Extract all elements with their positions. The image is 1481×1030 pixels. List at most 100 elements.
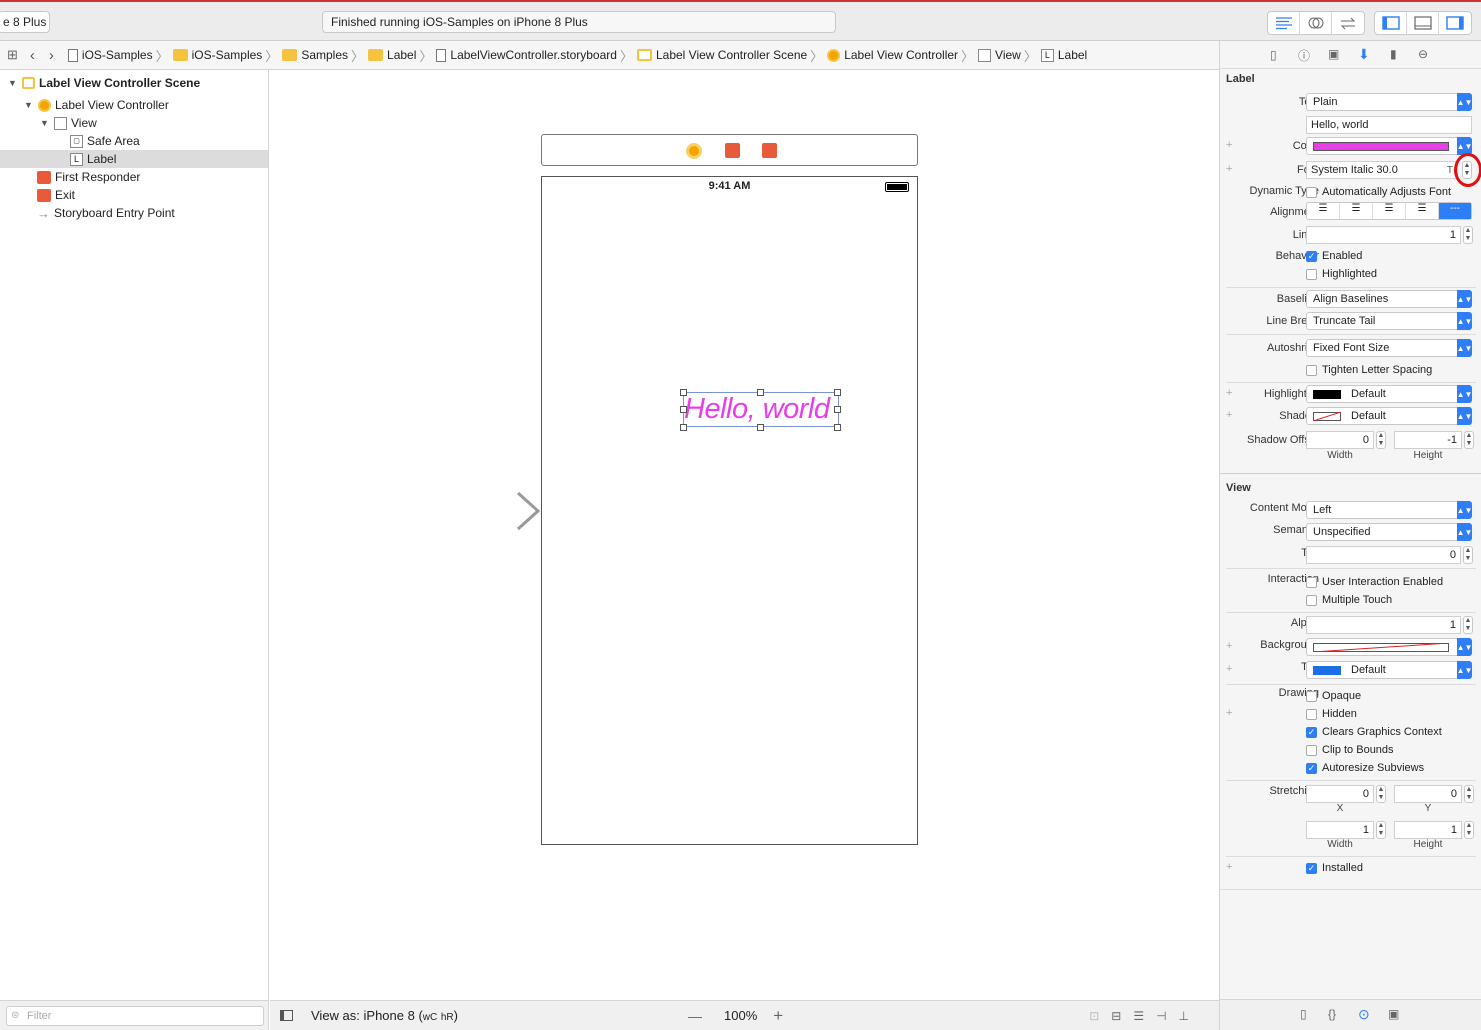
align-justify-icon[interactable]: ☰	[1406, 203, 1439, 219]
exit-icon[interactable]	[762, 143, 777, 158]
clears-graphics-checkbox[interactable]: ✓ Clears Graphics Context	[1306, 724, 1442, 740]
stretch-x-stepper[interactable]: ▲ ▼	[1376, 785, 1386, 803]
stack-icon[interactable]: ☰	[1133, 1009, 1144, 1023]
alpha-field[interactable]: 1	[1306, 616, 1461, 634]
stretch-x-field[interactable]: 0	[1306, 785, 1374, 803]
breadcrumb-samples[interactable]: Samples	[282, 48, 348, 62]
plus-icon[interactable]: +	[1226, 387, 1232, 399]
scheme-selector[interactable]: e 8 Plus	[0, 11, 50, 33]
text-value-field[interactable]: Hello, world	[1306, 116, 1472, 134]
breadcrumb-group[interactable]: iOS-Samples	[172, 48, 262, 62]
stretch-y-stepper[interactable]: ▲ ▼	[1464, 785, 1474, 803]
stretch-height-field[interactable]: 1	[1394, 821, 1462, 839]
outline-item-exit[interactable]: Exit	[37, 186, 75, 204]
attributes-inspector-icon[interactable]: ⬇	[1358, 46, 1370, 63]
align-center-icon[interactable]: ☰	[1340, 203, 1373, 219]
file-template-icon[interactable]: ▯	[1300, 1007, 1307, 1021]
plus-icon[interactable]: +	[1226, 163, 1232, 175]
disclosure-triangle-icon[interactable]: ▼	[8, 78, 18, 88]
autoresize-checkbox[interactable]: ✓ Autoresize Subviews	[1306, 760, 1424, 776]
back-arrow-icon[interactable]: ‹	[30, 47, 35, 64]
utilities-toggle-button[interactable]	[1439, 12, 1471, 34]
highlighted-checkbox[interactable]: Highlighted	[1306, 266, 1377, 282]
multiple-touch-checkbox[interactable]: Multiple Touch	[1306, 592, 1392, 608]
stretch-y-field[interactable]: 0	[1394, 785, 1462, 803]
clip-to-bounds-checkbox[interactable]: Clip to Bounds	[1306, 742, 1394, 758]
text-type-popup[interactable]: Plain ▲▼	[1306, 93, 1472, 111]
outline-item-controller[interactable]: ▼ Label View Controller	[24, 96, 169, 114]
tag-stepper[interactable]: ▲ ▼	[1463, 546, 1473, 564]
resize-handle[interactable]	[680, 389, 687, 396]
lines-field[interactable]: 1	[1306, 226, 1461, 244]
plus-icon[interactable]: +	[1226, 409, 1232, 421]
hello-label[interactable]: Hello, world	[683, 392, 839, 427]
plus-icon[interactable]: +	[1226, 707, 1232, 719]
hidden-checkbox[interactable]: Hidden	[1306, 706, 1357, 722]
breadcrumb-storyboard[interactable]: LabelViewController.storyboard	[436, 48, 617, 62]
filter-input[interactable]: Filter	[6, 1006, 264, 1026]
breadcrumb-project[interactable]: iOS-Samples	[67, 48, 153, 62]
stretch-width-stepper[interactable]: ▲ ▼	[1376, 821, 1386, 839]
device-view[interactable]: 9:41 AM Hello, world	[541, 176, 918, 845]
zoom-in-button[interactable]: +	[773, 1006, 783, 1026]
breadcrumb-view[interactable]: View	[978, 48, 1021, 62]
highlighted-color-popup[interactable]: Default ▲▼	[1306, 385, 1472, 403]
help-inspector-icon[interactable]: ⓘ	[1298, 47, 1310, 64]
cube-icon[interactable]	[725, 143, 740, 158]
embed-in-icon[interactable]: ⊟	[1111, 1009, 1121, 1023]
linebreak-popup[interactable]: Truncate Tail ▲▼	[1306, 312, 1472, 330]
disclosure-triangle-icon[interactable]: ▼	[40, 118, 50, 128]
align-icon[interactable]: ⊣	[1156, 1009, 1166, 1023]
plus-icon[interactable]: +	[1226, 139, 1232, 151]
resize-handle[interactable]	[757, 424, 764, 431]
zoom-out-button[interactable]: —	[688, 1008, 702, 1024]
resize-handle[interactable]	[834, 406, 841, 413]
autoshrink-popup[interactable]: Fixed Font Size ▲▼	[1306, 339, 1472, 357]
outline-item-view[interactable]: ▼ View	[40, 114, 97, 132]
font-picker-icon[interactable]: T	[1447, 165, 1453, 176]
view-as-button[interactable]: View as: iPhone 8 (wC hR)	[311, 1008, 458, 1023]
breadcrumb-label-item[interactable]: L Label	[1040, 48, 1087, 62]
outline-item-label[interactable]: L Label	[70, 150, 116, 168]
shadow-width-field[interactable]: 0	[1306, 431, 1374, 449]
assistant-editor-button[interactable]	[1300, 12, 1332, 34]
disclosure-triangle-icon[interactable]: ▼	[24, 100, 34, 110]
tighten-spacing-checkbox[interactable]: Tighten Letter Spacing	[1306, 362, 1432, 378]
enabled-checkbox[interactable]: ✓ Enabled	[1306, 248, 1362, 264]
lines-stepper[interactable]: ▲ ▼	[1463, 226, 1473, 244]
pin-icon[interactable]: ⊥	[1179, 1009, 1189, 1023]
update-frames-icon[interactable]: ⊡	[1089, 1009, 1099, 1023]
outline-item-safe-area[interactable]: ▢ Safe Area	[70, 132, 140, 150]
shadow-width-stepper[interactable]: ▲ ▼	[1376, 431, 1386, 449]
object-library-icon[interactable]: ⊙	[1358, 1006, 1370, 1023]
entry-point-arrow[interactable]	[440, 490, 542, 532]
tag-field[interactable]: 0	[1306, 546, 1461, 564]
breadcrumb-controller[interactable]: Label View Controller	[827, 48, 958, 62]
shadow-height-field[interactable]: -1	[1394, 431, 1462, 449]
resize-handle[interactable]	[680, 424, 687, 431]
view-controller-icon[interactable]	[686, 143, 702, 159]
align-natural-icon[interactable]: ---	[1439, 203, 1471, 219]
resize-handle[interactable]	[680, 406, 687, 413]
zoom-level[interactable]: 100%	[724, 1008, 757, 1023]
align-right-icon[interactable]: ☰	[1373, 203, 1406, 219]
grid-icon[interactable]: ⊞	[7, 47, 18, 63]
outline-item-entry-point[interactable]: → Storyboard Entry Point	[37, 204, 175, 222]
plus-icon[interactable]: +	[1226, 663, 1232, 675]
shadow-color-popup[interactable]: Default ▲▼	[1306, 407, 1472, 425]
opaque-checkbox[interactable]: Opaque	[1306, 688, 1361, 704]
tint-color-popup[interactable]: Default ▲▼	[1306, 661, 1472, 679]
resize-handle[interactable]	[757, 389, 764, 396]
resize-handle[interactable]	[834, 389, 841, 396]
alpha-stepper[interactable]: ▲ ▼	[1463, 616, 1473, 634]
background-color-popup[interactable]: ▲▼	[1306, 638, 1472, 656]
plus-icon[interactable]: +	[1226, 861, 1232, 873]
code-snippet-icon[interactable]: {}	[1328, 1007, 1336, 1021]
navigator-toggle-button[interactable]	[1375, 12, 1407, 34]
debug-toggle-button[interactable]	[1407, 12, 1439, 34]
standard-editor-button[interactable]	[1268, 12, 1300, 34]
connections-inspector-icon[interactable]: ⊖	[1418, 47, 1428, 61]
stretch-width-field[interactable]: 1	[1306, 821, 1374, 839]
storyboard-canvas[interactable]: 9:41 AM Hello, world	[270, 70, 1219, 1000]
file-inspector-icon[interactable]: ▯	[1270, 48, 1277, 62]
